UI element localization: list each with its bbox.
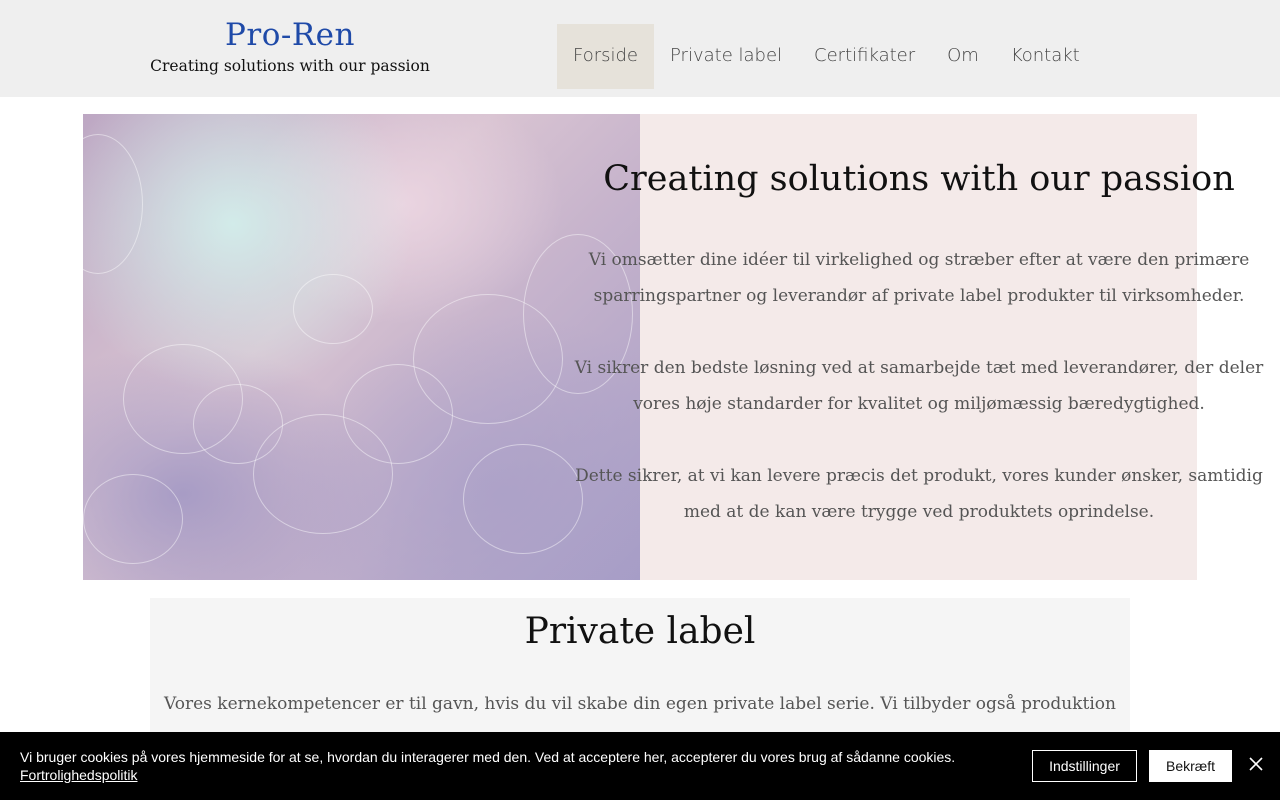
nav-item-certifikater[interactable]: Certifikater: [798, 24, 931, 89]
privacy-policy-link[interactable]: Fortrolighedspolitik: [20, 767, 138, 783]
close-icon[interactable]: [1247, 755, 1265, 773]
cookie-message: Vi bruger cookies på vores hjemmeside fo…: [20, 749, 956, 765]
hero-section: Creating solutions with our passion Vi o…: [83, 114, 1263, 580]
cookie-accept-button[interactable]: Bekræft: [1149, 750, 1232, 782]
hero-paragraph: Dette sikrer, at vi kan levere præcis de…: [575, 466, 1263, 522]
brand-name[interactable]: Pro-Ren: [150, 16, 430, 54]
hero-title: Creating solutions with our passion: [603, 159, 1235, 199]
hero-text: Creating solutions with our passion Vi o…: [563, 152, 1275, 530]
hero-paragraph: Vi sikrer den bedste løsning ved at sama…: [574, 358, 1264, 414]
hero-bubbles-image: [83, 114, 640, 580]
cookie-text-block: Vi bruger cookies på vores hjemmeside fo…: [20, 748, 980, 784]
brand-tagline: Creating solutions with our passion: [150, 57, 430, 75]
private-label-title: Private label: [524, 611, 756, 652]
nav-item-forside[interactable]: Forside: [557, 24, 655, 89]
nav-item-om[interactable]: Om: [931, 24, 995, 89]
hero-paragraph: Vi omsætter dine idéer til virkelighed o…: [588, 250, 1250, 306]
brand[interactable]: Pro-Ren Creating solutions with our pass…: [150, 16, 430, 76]
nav-item-private-label[interactable]: Private label: [654, 24, 798, 89]
cookie-banner: Vi bruger cookies på vores hjemmeside fo…: [0, 732, 1280, 800]
cookie-settings-button[interactable]: Indstillinger: [1032, 750, 1137, 782]
site-header: Pro-Ren Creating solutions with our pass…: [0, 0, 1280, 97]
private-label-text: Vores kernekompetencer er til gavn, hvis…: [164, 694, 1116, 714]
main-nav: Forside Private label Certifikater Om Ko…: [557, 24, 1096, 89]
nav-item-kontakt[interactable]: Kontakt: [995, 24, 1096, 89]
